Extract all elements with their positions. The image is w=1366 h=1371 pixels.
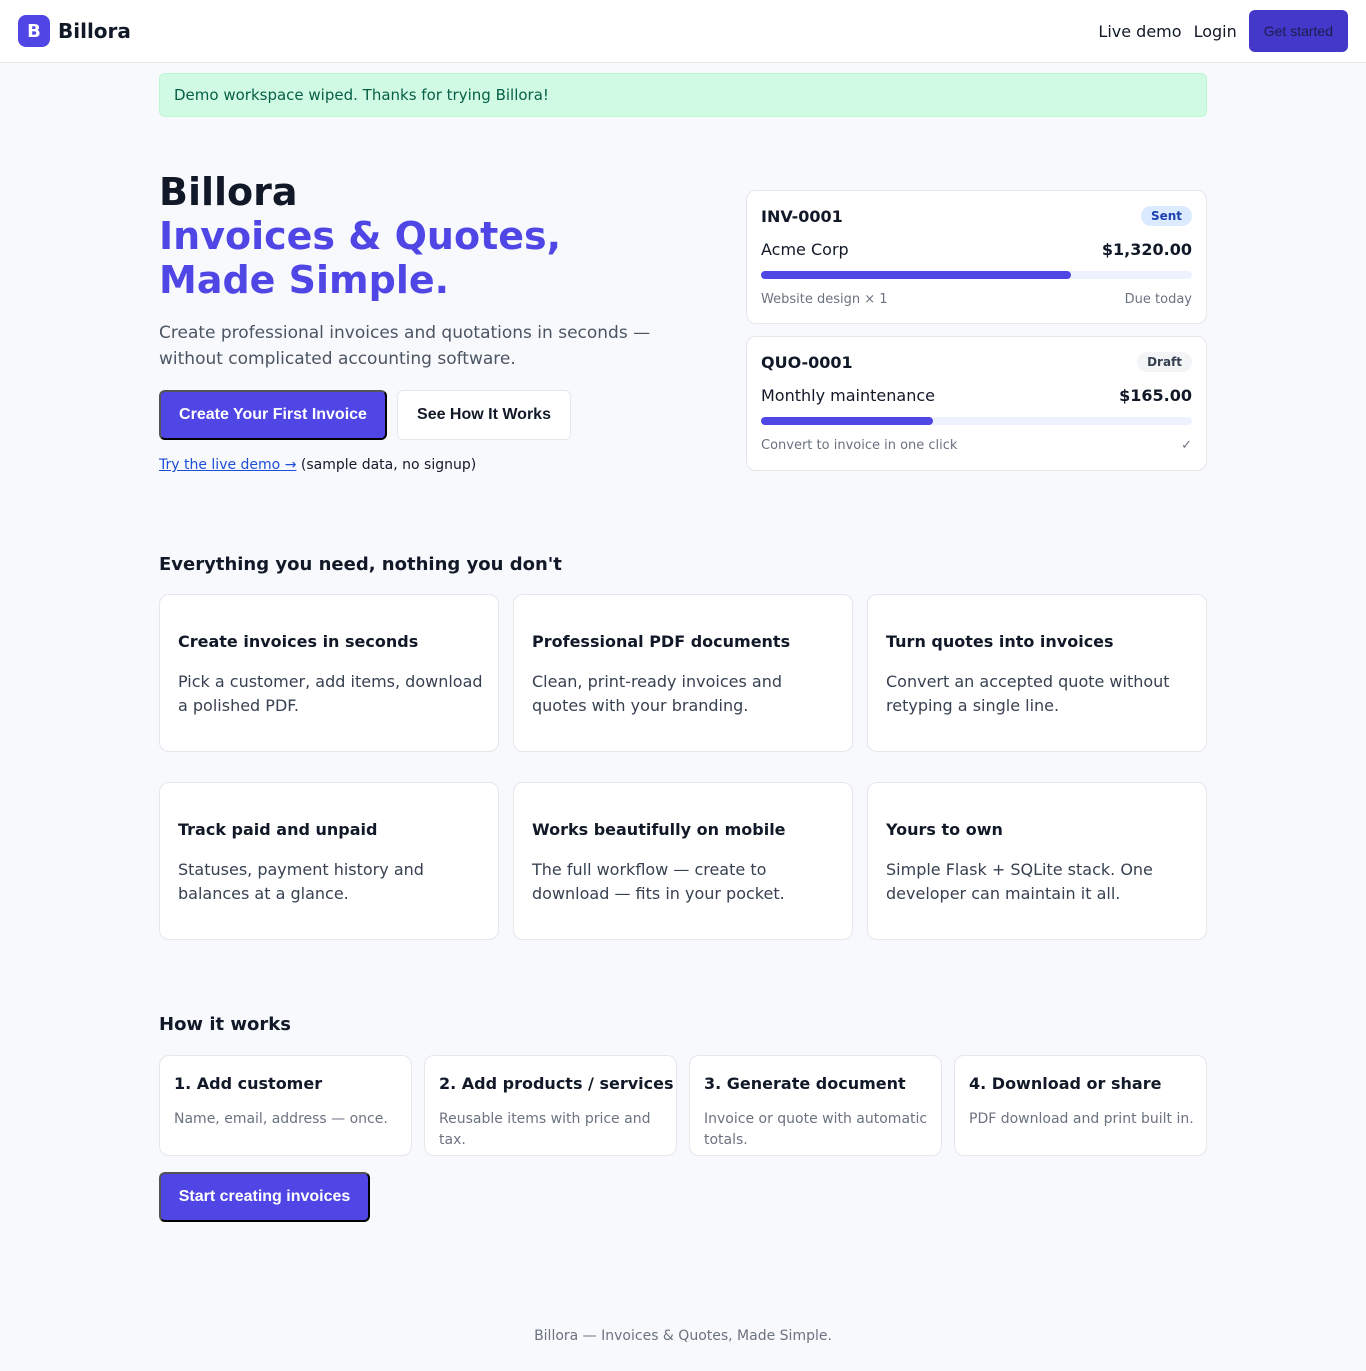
step-card: 4. Download or share PDF download and pr… (954, 1055, 1207, 1156)
step-desc: Name, email, address — once. (174, 1111, 388, 1127)
features-heading: Everything you need, nothing you don't (159, 554, 562, 575)
quote-preview-card: QUO-0001 Draft Monthly maintenance $165.… (746, 336, 1207, 471)
hero-title: Billora (159, 170, 298, 214)
create-first-invoice-button[interactable]: Create Your First Invoice (159, 390, 387, 440)
step-desc: PDF download and print built in. (969, 1111, 1194, 1127)
brand[interactable]: B Billora (18, 15, 131, 47)
start-creating-invoices-button[interactable]: Start creating invoices (159, 1172, 370, 1222)
nav-links: Live demo Login Get started (1098, 10, 1348, 52)
alert-message: Demo workspace wiped. Thanks for trying … (174, 86, 549, 104)
see-how-it-works-button[interactable]: See How It Works (397, 390, 571, 440)
document-due: Due today (1124, 292, 1192, 307)
how-it-works-heading: How it works (159, 1014, 291, 1035)
progress-track (761, 417, 1192, 425)
feature-desc: Simple Flask + SQLite stack. One develop… (886, 860, 1153, 903)
brand-name: Billora (58, 19, 131, 43)
feature-title: Works beautifully on mobile (532, 820, 786, 839)
status-badge: Sent (1140, 206, 1192, 226)
feature-card: Yours to own Simple Flask + SQLite stack… (867, 782, 1207, 940)
document-amount: $1,320.00 (1101, 240, 1192, 259)
progress-fill (761, 271, 1072, 279)
step-title: 4. Download or share (969, 1074, 1162, 1093)
step-card: 3. Generate document Invoice or quote wi… (689, 1055, 942, 1156)
get-started-button[interactable]: Get started (1248, 10, 1348, 52)
demo-note: (sample data, no signup) (300, 457, 477, 473)
document-id: INV-0001 (761, 207, 843, 226)
hero-tagline: Invoices & Quotes, Made Simple. (159, 214, 562, 302)
flash-alert: Demo workspace wiped. Thanks for trying … (159, 73, 1207, 117)
feature-desc: The full workflow — create to download —… (532, 860, 785, 903)
feature-card: Track paid and unpaid Statuses, payment … (159, 782, 499, 940)
step-desc: Invoice or quote with automatic totals. (704, 1111, 928, 1148)
step-title: 1. Add customer (174, 1074, 323, 1093)
document-detail: Website design × 1 (761, 292, 888, 307)
feature-card: Create invoices in seconds Pick a custom… (159, 594, 499, 752)
document-detail: Convert to invoice in one click (761, 438, 958, 453)
login-link[interactable]: Login (1194, 22, 1237, 41)
feature-title: Create invoices in seconds (178, 632, 419, 651)
hero-subtitle: Create professional invoices and quotati… (159, 323, 651, 369)
progress-fill (761, 417, 934, 425)
navbar: B Billora Live demo Login Get started (0, 0, 1366, 63)
feature-desc: Clean, print-ready invoices and quotes w… (532, 672, 782, 715)
step-title: 3. Generate document (704, 1074, 906, 1093)
document-client: Acme Corp (761, 240, 849, 259)
demo-line: Try the live demo → (sample data, no sig… (159, 457, 476, 473)
feature-card: Professional PDF documents Clean, print-… (513, 594, 853, 752)
feature-title: Professional PDF documents (532, 632, 791, 651)
brand-logo-icon: B (18, 15, 50, 47)
step-desc: Reusable items with price and tax. (439, 1111, 651, 1148)
check-icon: ✓ (1181, 438, 1192, 453)
step-card: 1. Add customer Name, email, address — o… (159, 1055, 412, 1156)
step-card: 2. Add products / services Reusable item… (424, 1055, 677, 1156)
live-demo-link[interactable]: Live demo (1098, 22, 1181, 41)
feature-desc: Convert an accepted quote without retypi… (886, 672, 1170, 715)
document-client: Monthly maintenance (761, 386, 935, 405)
status-badge: Draft (1137, 352, 1192, 372)
feature-card: Works beautifully on mobile The full wor… (513, 782, 853, 940)
feature-title: Track paid and unpaid (178, 820, 378, 839)
progress-track (761, 271, 1192, 279)
feature-card: Turn quotes into invoices Convert an acc… (867, 594, 1207, 752)
feature-desc: Statuses, payment history and balances a… (178, 860, 424, 903)
feature-title: Yours to own (886, 820, 1003, 839)
document-id: QUO-0001 (761, 353, 853, 372)
footer-text: Billora — Invoices & Quotes, Made Simple… (534, 1328, 832, 1344)
document-amount: $165.00 (1119, 386, 1192, 405)
feature-desc: Pick a customer, add items, download a p… (178, 672, 483, 715)
try-live-demo-link[interactable]: Try the live demo → (159, 457, 296, 473)
invoice-preview-card: INV-0001 Sent Acme Corp $1,320.00 Websit… (746, 190, 1207, 324)
step-title: 2. Add products / services (439, 1074, 674, 1093)
feature-title: Turn quotes into invoices (886, 632, 1114, 651)
